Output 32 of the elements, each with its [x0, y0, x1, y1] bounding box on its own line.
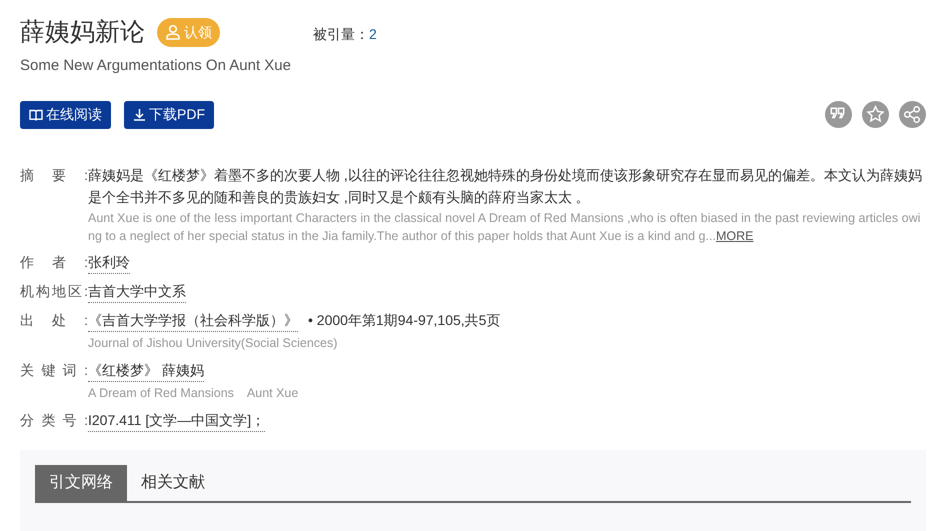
field-label: 机构地区:	[20, 282, 88, 300]
issue-info: • 2000年第1期94-97,105,共5页	[308, 311, 500, 330]
field-link[interactable]: 《红楼梦》 薛姨妈	[88, 358, 204, 382]
share-button[interactable]	[899, 101, 926, 128]
field-label: 关键词:	[20, 360, 88, 380]
tab[interactable]: 引文网络	[35, 464, 127, 500]
english-term: A Dream of Red Mansions	[88, 384, 234, 402]
field-link[interactable]: 张利玲	[88, 250, 130, 274]
field-label: 分类号:	[20, 410, 88, 430]
favorite-button[interactable]	[862, 101, 889, 128]
english-title: Some New Argumentations On Aunt Xue	[20, 56, 292, 76]
quote-button[interactable]	[825, 101, 852, 128]
field-label: 作者:	[20, 252, 88, 272]
download-icon	[133, 108, 146, 121]
english-term: Aunt Xue	[246, 384, 298, 402]
tab[interactable]: 相关文献	[127, 464, 219, 500]
field-link[interactable]: 《吉首大学学报（社会科学版）》	[88, 308, 298, 332]
more-link[interactable]: MORE	[716, 228, 754, 242]
citation-count[interactable]: 2	[369, 24, 377, 44]
english-term: Journal of Jishou University(Social Sciences)	[88, 334, 338, 352]
read-online-button[interactable]: 在线阅读	[20, 100, 111, 128]
field-label: 出处:	[20, 310, 88, 330]
field-link[interactable]: I207.411 [文学—中国文学]；	[88, 408, 266, 432]
book-icon	[29, 108, 43, 122]
field-link[interactable]: 吉首大学中文系	[88, 280, 186, 302]
user-icon	[165, 24, 181, 40]
citation-label: 被引量：	[313, 24, 369, 44]
abstract-text: 薛姨妈是《红楼梦》着墨不多的次要人物 ,以往的评论往往忽视她特殊的身份处境而使该形象研究存在显而易见的偏差。本文认为薛姨妈是个全书并不多见的随和善良的贵族妇女 ,同时又是个颇有头脑的薛府当家太太 。	[88, 166, 923, 206]
article-title: 薛姨妈新论	[20, 17, 145, 48]
download-pdf-button[interactable]: 下载PDF	[124, 100, 214, 128]
field-label: 摘要:	[20, 166, 88, 184]
english-abstract: Aunt Xue is one of the less important Characters in the classical novel A Dream of Red Mansions ,who is often biased in the past reviewing articles owing to a neglect of her special status in the Jia family.The author of this paper holds that Aunt Xue is a kind and g...MORE	[88, 210, 922, 244]
